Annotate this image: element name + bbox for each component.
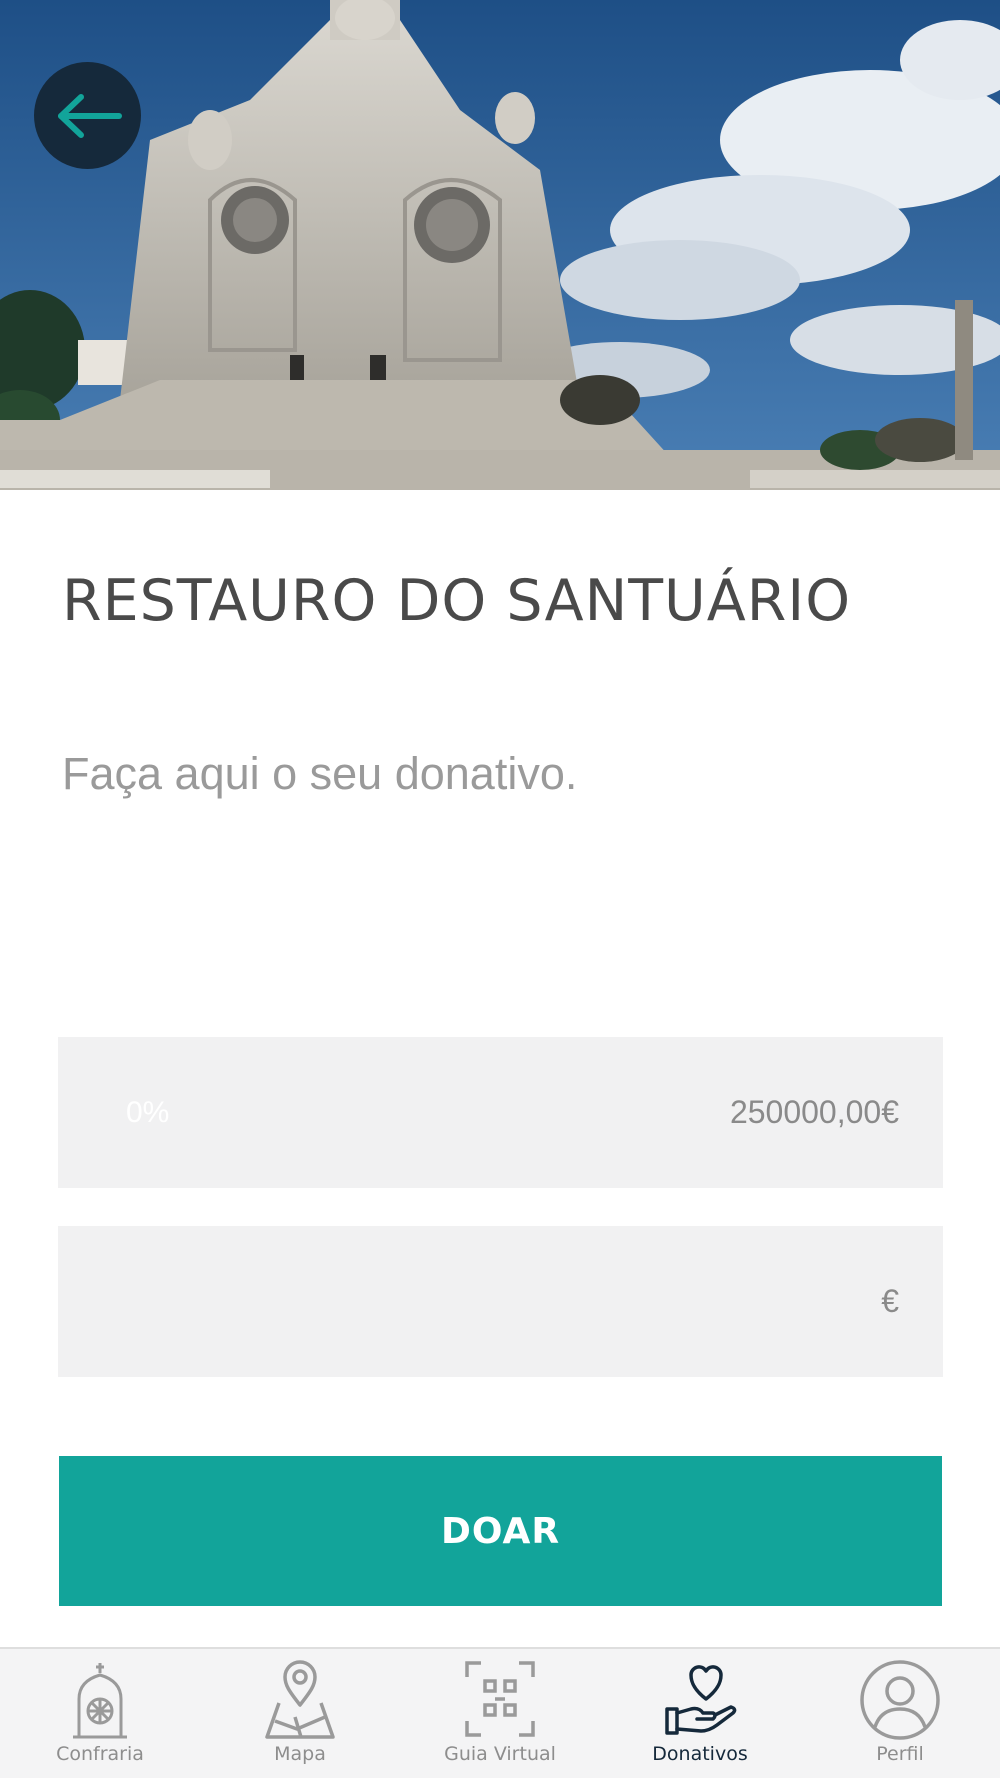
nav-item-mapa[interactable]: Mapa <box>200 1649 400 1778</box>
nav-item-donativos[interactable]: Donativos <box>600 1649 800 1778</box>
nav-item-perfil[interactable]: Perfil <box>800 1649 1000 1778</box>
arrow-left-icon <box>57 93 122 138</box>
donate-button[interactable]: DOAR <box>59 1456 942 1606</box>
nav-label: Perfil <box>876 1743 924 1765</box>
sanctuary-photo <box>0 0 1000 490</box>
donation-amount-field[interactable]: € <box>58 1226 943 1377</box>
donation-amount-input[interactable] <box>58 1226 858 1377</box>
nav-item-guia-virtual[interactable]: Guia Virtual <box>400 1649 600 1778</box>
progress-goal: 250000,00€ <box>729 1094 899 1130</box>
church-icon <box>73 1663 127 1739</box>
hero-image <box>0 0 1000 490</box>
back-button[interactable] <box>34 62 141 169</box>
map-icon <box>265 1660 335 1739</box>
nav-label: Donativos <box>652 1743 748 1765</box>
page-title: RESTAURO DO SANTUÁRIO <box>62 568 852 634</box>
qr-code-icon <box>465 1661 535 1737</box>
currency-symbol: € <box>881 1283 899 1319</box>
donation-content: RESTAURO DO SANTUÁRIO Faça aqui o seu do… <box>0 490 1000 1647</box>
nav-label: Confraria <box>56 1743 144 1765</box>
nav-item-confraria[interactable]: Confraria <box>0 1649 200 1778</box>
nav-label: Guia Virtual <box>444 1743 556 1765</box>
page-subtitle: Faça aqui o seu donativo. <box>62 748 578 799</box>
bottom-navigation: Confraria Mapa Guia Virtual Donativos Pe… <box>0 1647 1000 1778</box>
nav-label: Mapa <box>274 1743 326 1765</box>
donation-hand-heart-icon <box>665 1665 737 1735</box>
profile-icon <box>860 1660 940 1740</box>
progress-percent: 0% <box>126 1096 170 1129</box>
donation-progress-bar: 0% 250000,00€ <box>58 1037 943 1188</box>
